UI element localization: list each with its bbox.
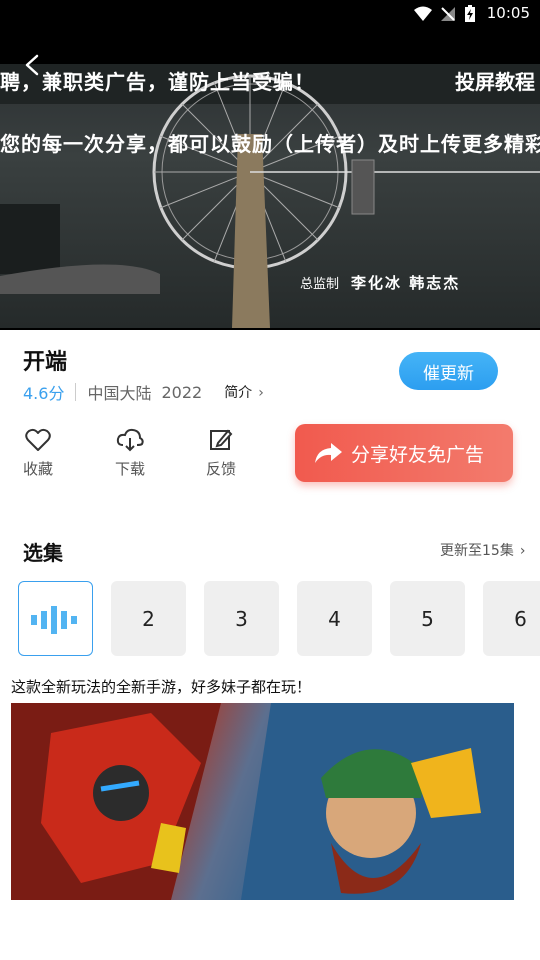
- share-label: 分享好友免广告: [351, 443, 485, 466]
- back-icon[interactable]: [22, 54, 44, 76]
- feedback-label: 反馈: [205, 460, 236, 478]
- rating: 4.6分: [23, 384, 65, 403]
- share-no-ads-banner[interactable]: 分享好友免广告: [295, 424, 513, 482]
- action-bar: 收藏 下载 反馈: [0, 428, 280, 488]
- download-button[interactable]: 下载: [105, 428, 155, 479]
- intro-link[interactable]: 简介 ›: [224, 382, 264, 402]
- favorite-button[interactable]: 收藏: [13, 428, 63, 479]
- chevron-right-icon: ›: [258, 385, 264, 401]
- feedback-button[interactable]: 反馈: [196, 428, 246, 479]
- show-title: 开端: [23, 350, 68, 375]
- episodes-update-link[interactable]: 更新至15集 ›: [440, 540, 525, 560]
- download-label: 下载: [114, 460, 145, 478]
- ad-text[interactable]: 这款全新玩法的全新手游，好多妹子都在玩！: [11, 676, 311, 697]
- game-art-graphic: [11, 703, 514, 900]
- episode-list: 2 3 4 5 6: [18, 581, 540, 656]
- ad-banner-image[interactable]: [11, 703, 514, 900]
- status-bar: 10:05: [0, 0, 540, 28]
- share-arrow-icon: [315, 443, 342, 463]
- status-time: 10:05: [486, 4, 530, 22]
- cloud-download-icon: [116, 428, 144, 452]
- heart-icon: [25, 428, 51, 451]
- episode-item[interactable]: 2: [111, 581, 186, 656]
- video-frame[interactable]: 总监制 李化冰 韩志杰: [0, 64, 540, 328]
- region: 中国大陆: [87, 384, 152, 403]
- playing-bars-icon: [30, 605, 77, 634]
- signal-off-icon: [441, 7, 455, 21]
- urge-update-button[interactable]: 催更新: [399, 352, 498, 390]
- episode-item[interactable]: 5: [390, 581, 465, 656]
- status-icons: [414, 5, 476, 23]
- wifi-icon: [414, 6, 432, 21]
- favorite-label: 收藏: [22, 460, 53, 478]
- ticker-line2: 您的每一次分享，都可以鼓励（上传者）及时上传更多精彩内容: [0, 132, 540, 156]
- episode-item[interactable]: 6: [483, 581, 540, 656]
- chevron-right-icon: ›: [519, 543, 526, 559]
- battery-charging-icon: [465, 5, 475, 22]
- cast-tutorial-link[interactable]: 投屏教程: [455, 66, 535, 95]
- episode-item[interactable]: 4: [297, 581, 372, 656]
- episode-item[interactable]: 3: [204, 581, 279, 656]
- video-player[interactable]: 总监制 李化冰 韩志杰 聘，兼职类广告，谨防上当受骗！ 投屏教程 您的每一次分享，…: [0, 28, 540, 330]
- divider: [75, 383, 77, 401]
- video-credits: 总监制 李化冰 韩志杰: [300, 274, 461, 292]
- year: 2022: [161, 382, 203, 402]
- show-meta: 4.6分 中国大陆 2022 简介 ›: [23, 380, 264, 404]
- episode-playing[interactable]: [18, 581, 93, 656]
- ticker-line1: 聘，兼职类广告，谨防上当受骗！: [0, 70, 315, 94]
- episodes-title: 选集: [23, 541, 63, 565]
- edit-icon: [210, 429, 233, 450]
